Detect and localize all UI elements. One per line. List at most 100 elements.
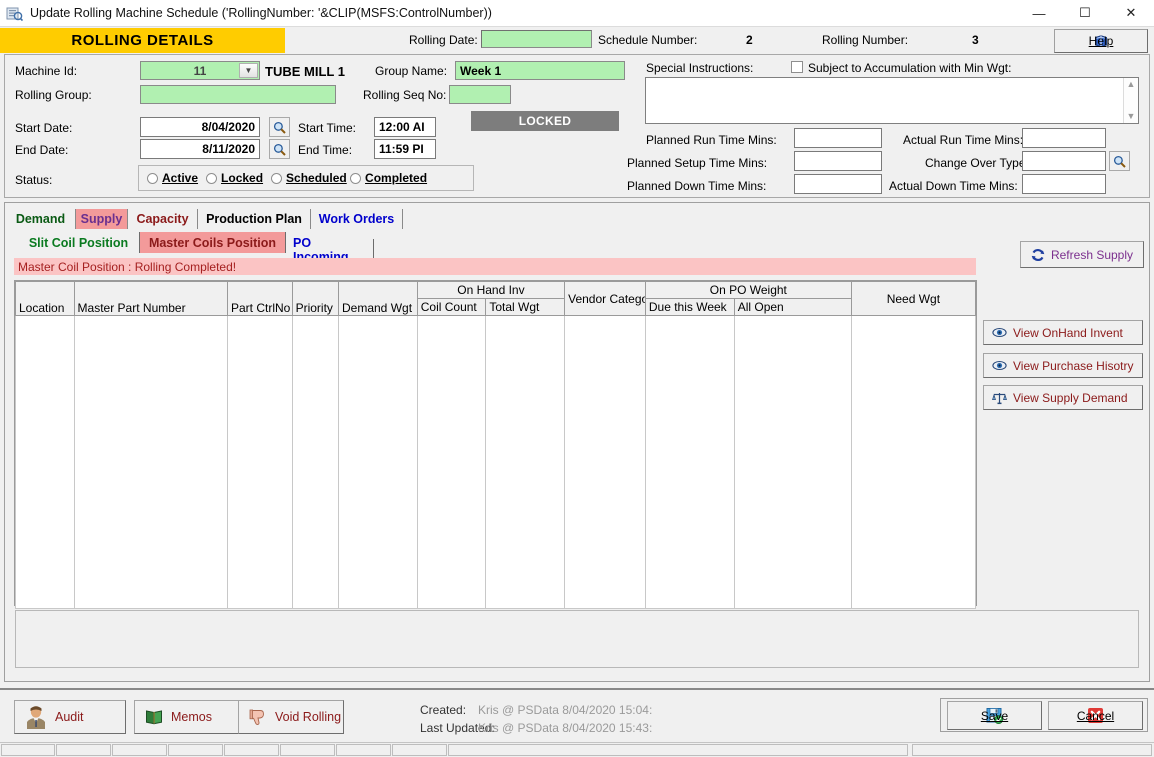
eye-icon (992, 359, 1007, 372)
close-button[interactable]: ✕ (1108, 0, 1154, 26)
table-body (15, 315, 977, 609)
special-instructions-textarea[interactable]: ▲ ▼ (645, 77, 1139, 124)
tab-demand[interactable]: Demand (6, 209, 76, 229)
view-supply-demand-button[interactable]: View Supply Demand (983, 385, 1143, 410)
rolling-date-input[interactable] (481, 30, 592, 48)
planned-run-time-input[interactable] (794, 128, 882, 148)
change-over-type-lookup-button[interactable] (1109, 151, 1130, 171)
supply-data-grid[interactable]: Location Master Part Number Part CtrlNo … (14, 280, 977, 609)
textarea-scrollbar[interactable]: ▲ ▼ (1123, 78, 1138, 123)
col-priority[interactable]: Priority (291, 281, 340, 316)
minimize-button[interactable]: — (1016, 0, 1062, 26)
window-titlebar: Update Rolling Machine Schedule ('Rollin… (0, 0, 1154, 27)
col-all-open[interactable]: All Open (733, 298, 852, 316)
end-date-input[interactable]: 8/11/2020 (140, 139, 260, 159)
col-master-part-number[interactable]: Master Part Number (73, 281, 228, 316)
cell-demand-wgt (338, 315, 418, 609)
colgroup-on-hand-inv: On Hand Inv (416, 281, 566, 299)
status-radio-locked[interactable]: Locked (206, 171, 263, 185)
created-label: Created: (420, 703, 467, 717)
status-message: Master Coil Position : Rolling Completed… (14, 258, 976, 275)
maximize-button[interactable]: ☐ (1062, 0, 1108, 26)
magnifier-icon (273, 143, 286, 156)
view-purchase-history-button[interactable]: View Purchase Hisotry (983, 353, 1143, 378)
radio-icon (147, 172, 158, 184)
status-radio-group: Active Locked Scheduled Completed (138, 165, 474, 191)
status-radio-active[interactable]: Active (147, 171, 198, 185)
end-date-value: 8/11/2020 (202, 142, 255, 156)
group-name-input[interactable]: Week 1 (455, 61, 625, 80)
planned-down-time-input[interactable] (794, 174, 882, 194)
col-total-wgt[interactable]: Total Wgt (485, 298, 566, 316)
tab-work-orders[interactable]: Work Orders (311, 209, 403, 229)
end-date-lookup-button[interactable] (269, 139, 290, 159)
created-value: Kris @ PSData 8/04/2020 15:04: (478, 703, 653, 717)
chevron-down-icon[interactable]: ▼ (1127, 112, 1136, 121)
start-date-value: 8/04/2020 (201, 120, 255, 134)
rolling-seq-no-input[interactable] (449, 85, 511, 104)
col-need-wgt[interactable]: Need Wgt (850, 281, 977, 316)
last-updated-value: Kris @ PSData 8/04/2020 15:43: (478, 721, 653, 735)
save-button[interactable]: Save (947, 701, 1042, 730)
book-icon (145, 709, 163, 725)
start-time-input[interactable]: 12:00 AI (374, 117, 436, 137)
change-over-type-label: Change Over Type: (925, 156, 1029, 170)
col-demand-wgt[interactable]: Demand Wgt (338, 281, 418, 316)
group-name-label: Group Name: (375, 64, 448, 78)
subtab-master-coils-position[interactable]: Master Coils Position (140, 232, 286, 253)
group-name-value: Week 1 (460, 63, 502, 78)
accumulation-checkbox-label: Subject to Accumulation with Min Wgt: (808, 61, 1012, 75)
col-part-ctrlno[interactable]: Part CtrlNo (226, 281, 293, 316)
view-onhand-inventory-button[interactable]: View OnHand Invent (983, 320, 1143, 345)
eye-icon (992, 326, 1007, 339)
colgroup-on-po-weight: On PO Weight (644, 281, 852, 299)
rolling-group-label: Rolling Group: (15, 88, 92, 102)
machine-id-combo[interactable]: 11 ▼ (140, 61, 260, 80)
actual-down-time-label: Actual Down Time Mins: (889, 179, 1018, 193)
accumulation-checkbox[interactable] (791, 61, 803, 73)
start-date-input[interactable]: 8/04/2020 (140, 117, 260, 137)
statusbar-cell-7 (336, 744, 391, 756)
help-button[interactable]: Help (1054, 29, 1148, 53)
cancel-button[interactable]: Cancel (1048, 701, 1143, 730)
window-statusbar (0, 742, 1154, 757)
refresh-supply-button[interactable]: Refresh Supply (1020, 241, 1144, 268)
audit-button[interactable]: Audit (14, 700, 126, 734)
status-label: Status: (15, 173, 53, 187)
planned-setup-time-input[interactable] (794, 151, 882, 171)
status-radio-scheduled-label: Scheduled (286, 171, 347, 185)
tab-supply[interactable]: Supply (76, 209, 128, 229)
status-radio-active-label: Active (162, 171, 199, 185)
planned-setup-time-label: Planned Setup Time Mins: (627, 156, 768, 170)
void-rolling-button[interactable]: Void Rolling (238, 700, 344, 734)
tab-capacity[interactable]: Capacity (128, 209, 198, 229)
subtab-po-incoming[interactable]: PO Incoming (286, 236, 374, 264)
cell-due-this-week (644, 315, 735, 609)
col-due-this-week[interactable]: Due this Week (644, 298, 735, 316)
schedule-number-label: Schedule Number: (598, 33, 698, 47)
table-row[interactable] (15, 315, 977, 609)
actual-down-time-input[interactable] (1022, 174, 1106, 194)
col-location[interactable]: Location (15, 281, 75, 316)
status-radio-scheduled[interactable]: Scheduled (271, 171, 350, 185)
cancel-label: Cancel (1076, 708, 1115, 723)
subtab-slit-coil-position[interactable]: Slit Coil Position (18, 232, 140, 253)
memos-button[interactable]: Memos (134, 700, 246, 734)
help-label: Help (1088, 34, 1114, 48)
end-time-input[interactable]: 11:59 PI (374, 139, 436, 159)
col-coil-count[interactable]: Coil Count (416, 298, 487, 316)
actual-run-time-input[interactable] (1022, 128, 1106, 148)
tab-production-plan[interactable]: Production Plan (198, 209, 311, 229)
statusbar-cell-4 (168, 744, 223, 756)
special-instructions-label: Special Instructions: (646, 61, 754, 75)
status-radio-completed[interactable]: Completed (350, 171, 427, 185)
start-date-lookup-button[interactable] (269, 117, 290, 137)
end-date-label: End Date: (15, 143, 69, 157)
chevron-up-icon[interactable]: ▲ (1127, 80, 1136, 89)
rolling-group-input[interactable] (140, 85, 336, 104)
change-over-type-input[interactable] (1022, 151, 1106, 171)
col-vendor-category[interactable]: Vendor Catego (564, 281, 646, 316)
chevron-down-icon[interactable]: ▼ (239, 63, 258, 78)
special-instructions-value (646, 78, 1138, 84)
radio-icon (350, 172, 362, 184)
